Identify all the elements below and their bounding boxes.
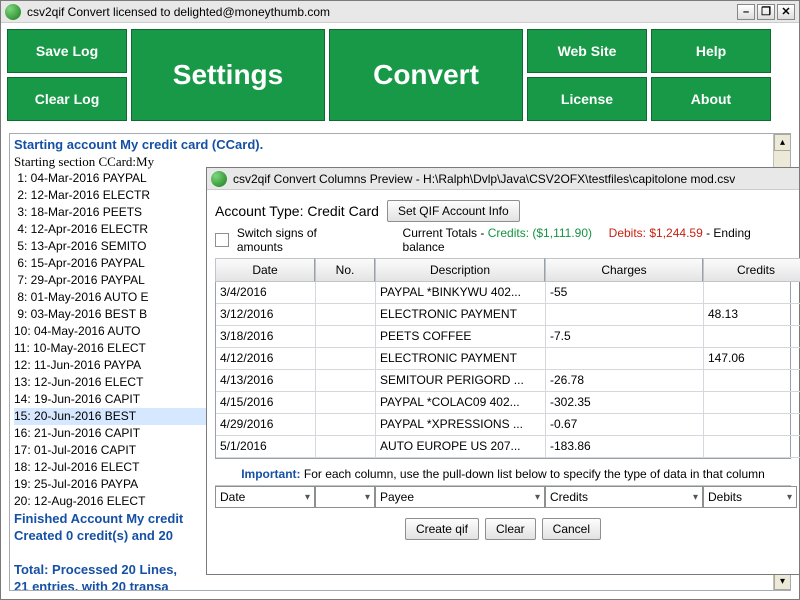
debits-label: Debits: (609, 226, 650, 240)
totals-prefix: Current Totals - (403, 226, 488, 240)
table-cell (704, 414, 800, 436)
preview-dialog: csv2qif Convert Columns Preview - H:\Ral… (206, 167, 800, 575)
table-cell: PAYPAL *COLAC09 402... (376, 392, 546, 414)
convert-button[interactable]: Convert (329, 29, 523, 121)
table-cell (316, 370, 376, 392)
important-label: Important: (241, 467, 304, 481)
main-toolbar: Save Log Clear Log Settings Convert Web … (1, 23, 799, 127)
save-log-button[interactable]: Save Log (7, 29, 127, 73)
set-qif-button[interactable]: Set QIF Account Info (387, 200, 520, 222)
scroll-up-icon[interactable]: ▴ (774, 134, 791, 151)
table-cell: SEMITOUR PERIGORD ... (376, 370, 546, 392)
table-cell: 3/4/2016 (216, 282, 316, 304)
table-cell: 4/15/2016 (216, 392, 316, 414)
table-cell (704, 326, 800, 348)
table-cell: 147.06 (704, 348, 800, 370)
table-body: 3/4/2016 PAYPAL *BINKYWU 402...-55 3/12/20… (215, 282, 791, 459)
table-cell: 5/1/2016 (216, 436, 316, 458)
scroll-down-icon[interactable]: ▾ (774, 573, 791, 590)
license-button[interactable]: License (527, 77, 647, 121)
table-cell (316, 436, 376, 458)
column-type-selector[interactable]: Debits (703, 486, 797, 508)
table-cell: -55 (546, 282, 704, 304)
table-cell (316, 326, 376, 348)
table-row[interactable]: 3/12/2016ELECTRONIC PAYMENT48.13 (216, 304, 790, 326)
switch-signs-checkbox[interactable] (215, 233, 229, 247)
table-cell: PAYPAL *XPRESSIONS ... (376, 414, 546, 436)
table-row[interactable]: 4/12/2016ELECTRONIC PAYMENT147.06 (216, 348, 790, 370)
column-header[interactable]: No. (315, 258, 375, 282)
column-header[interactable]: Credits (703, 258, 800, 282)
cancel-button[interactable]: Cancel (542, 518, 601, 540)
settings-button[interactable]: Settings (131, 29, 325, 121)
table-cell (316, 392, 376, 414)
table-row[interactable]: 4/29/2016 PAYPAL *XPRESSIONS ...-0.67 (216, 414, 790, 436)
main-titlebar[interactable]: csv2qif Convert licensed to delighted@mo… (1, 1, 799, 23)
column-type-selector[interactable]: Date (215, 486, 315, 508)
column-type-selector[interactable]: Credits (545, 486, 703, 508)
table-cell (546, 348, 704, 370)
column-header[interactable]: Description (375, 258, 545, 282)
table-cell (704, 436, 800, 458)
table-cell: 4/13/2016 (216, 370, 316, 392)
switch-signs-label: Switch signs of amounts (237, 226, 365, 254)
table-row[interactable]: 3/18/2016 PEETS COFFEE-7.5 (216, 326, 790, 348)
table-cell: ELECTRONIC PAYMENT (376, 348, 546, 370)
column-type-selector[interactable] (315, 486, 375, 508)
log-start-account: Starting account My credit card (CCard). (14, 136, 786, 153)
debits-value: $1,244.59 (649, 226, 702, 240)
column-type-selector[interactable]: Payee (375, 486, 545, 508)
table-cell: -0.67 (546, 414, 704, 436)
table-cell: 4/29/2016 (216, 414, 316, 436)
table-header: DateNo.DescriptionChargesCredits (215, 258, 791, 282)
table-cell: 3/18/2016 (216, 326, 316, 348)
dialog-title: csv2qif Convert Columns Preview - H:\Ral… (233, 172, 735, 186)
table-cell (316, 282, 376, 304)
table-cell (546, 304, 704, 326)
about-button[interactable]: About (651, 77, 771, 121)
table-cell (704, 370, 800, 392)
log-entries: 21 entries, with 20 transa (14, 578, 786, 591)
app-icon (5, 4, 21, 20)
create-qif-button[interactable]: Create qif (405, 518, 479, 540)
table-cell: 48.13 (704, 304, 800, 326)
table-cell (704, 392, 800, 414)
table-row[interactable]: 3/4/2016 PAYPAL *BINKYWU 402...-55 (216, 282, 790, 304)
table-cell: -26.78 (546, 370, 704, 392)
table-cell: PAYPAL *BINKYWU 402... (376, 282, 546, 304)
table-row[interactable]: 4/13/2016 SEMITOUR PERIGORD ...-26.78 (216, 370, 790, 392)
maximize-button[interactable]: ❐ (757, 4, 775, 20)
column-selectors: DatePayeeCreditsDebits (215, 485, 791, 508)
column-header[interactable]: Date (215, 258, 315, 282)
clear-button[interactable]: Clear (485, 518, 536, 540)
clear-log-button[interactable]: Clear Log (7, 77, 127, 121)
table-cell (704, 282, 800, 304)
table-cell (316, 348, 376, 370)
table-cell: -183.86 (546, 436, 704, 458)
help-button[interactable]: Help (651, 29, 771, 73)
table-cell: 3/12/2016 (216, 304, 316, 326)
table-cell: ELECTRONIC PAYMENT (376, 304, 546, 326)
credits-value: ($1,111.90) (532, 226, 592, 240)
credits-label: Credits: (488, 226, 533, 240)
table-cell: 4/12/2016 (216, 348, 316, 370)
app-icon (211, 171, 227, 187)
table-cell: PEETS COFFEE (376, 326, 546, 348)
account-type-label: Account Type: Credit Card (215, 203, 379, 219)
table-row[interactable]: 5/1/2016 AUTO EUROPE US 207...-183.86 (216, 436, 790, 458)
table-cell (316, 304, 376, 326)
close-button[interactable]: ✕ (777, 4, 795, 20)
table-cell: AUTO EUROPE US 207... (376, 436, 546, 458)
important-text: For each column, use the pull-down list … (304, 467, 765, 481)
table-cell: -7.5 (546, 326, 704, 348)
main-title: csv2qif Convert licensed to delighted@mo… (27, 5, 330, 19)
column-header[interactable]: Charges (545, 258, 703, 282)
table-row[interactable]: 4/15/2016 PAYPAL *COLAC09 402...-302.35 (216, 392, 790, 414)
dialog-titlebar[interactable]: csv2qif Convert Columns Preview - H:\Ral… (207, 168, 799, 190)
website-button[interactable]: Web Site (527, 29, 647, 73)
table-cell (316, 414, 376, 436)
minimize-button[interactable]: – (737, 4, 755, 20)
table-cell: -302.35 (546, 392, 704, 414)
